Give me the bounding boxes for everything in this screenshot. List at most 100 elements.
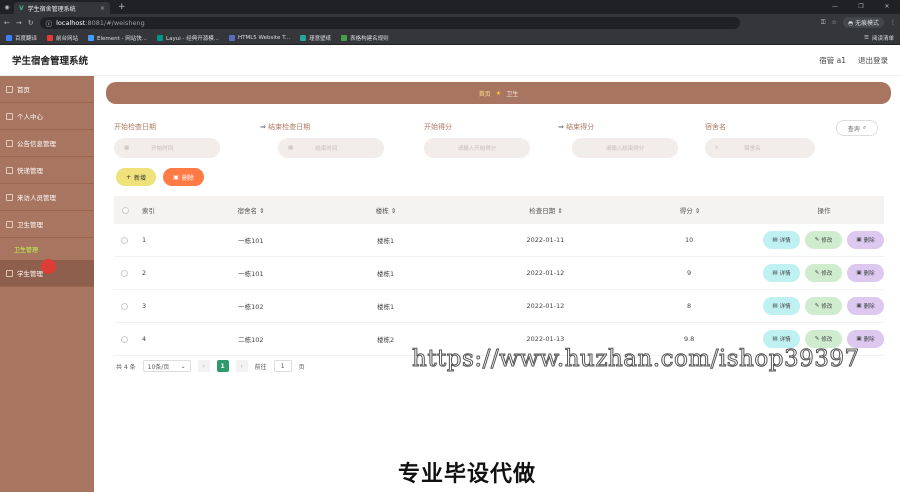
incognito-icon: ◓ bbox=[847, 20, 854, 27]
bookmark-item[interactable]: Layui - 经典开源模... bbox=[157, 34, 219, 42]
cell-score: 10 bbox=[684, 236, 694, 244]
browser-menu-icon[interactable]: ◉ bbox=[0, 4, 14, 11]
range-arrow-icon: ⇒ bbox=[558, 123, 564, 131]
bookmark-star-icon[interactable]: ☆ bbox=[831, 19, 836, 26]
bookmark-item[interactable]: 瑾意壁纸 bbox=[300, 34, 331, 42]
detail-button[interactable]: ▤ 详情 bbox=[763, 297, 800, 315]
row-checkbox[interactable] bbox=[121, 302, 129, 310]
bookmark-item[interactable]: Element - 网站快... bbox=[88, 34, 147, 42]
url-path: :8081/#/weisheng bbox=[85, 18, 145, 27]
new-tab-button[interactable]: + bbox=[118, 2, 126, 12]
edit-button[interactable]: ✎ 修改 bbox=[805, 231, 842, 249]
browser-tab[interactable]: V 学生宿舍管理系统 × bbox=[14, 2, 110, 14]
minimize-button[interactable]: — bbox=[822, 0, 848, 14]
cell-index: 3 bbox=[141, 302, 147, 310]
page-number-current[interactable]: 1 bbox=[216, 360, 229, 372]
page-size-select[interactable]: 10条/页 ⌄ bbox=[142, 360, 191, 372]
start-score-placeholder: 请输入开始得分 bbox=[457, 146, 497, 152]
sidebar-item-visitors[interactable]: 来访人员管理 bbox=[0, 184, 94, 211]
reload-icon[interactable]: ↻ bbox=[28, 19, 34, 27]
sidebar-item-home[interactable]: 首页 bbox=[0, 76, 94, 103]
bookmark-favicon-icon bbox=[341, 34, 348, 41]
url-field[interactable]: ⓘ localhost:8081/#/weisheng bbox=[39, 16, 740, 29]
remove-button[interactable]: ▣ 删除 bbox=[847, 231, 884, 249]
bookmark-item[interactable]: HTML5 Website T... bbox=[228, 34, 290, 41]
remove-button[interactable]: ▣ 删除 bbox=[847, 264, 884, 282]
more-menu-icon[interactable]: ⋮ bbox=[890, 19, 896, 26]
bookmark-label: 百度翻译 bbox=[15, 35, 38, 42]
row-checkbox[interactable] bbox=[121, 236, 129, 244]
cell-date: 2022-01-12 bbox=[526, 269, 565, 277]
add-button[interactable]: + 新增 bbox=[116, 168, 156, 186]
back-icon[interactable]: ← bbox=[4, 19, 10, 27]
dorm-name-label: 宿舍名 bbox=[705, 123, 726, 131]
prev-page-button[interactable]: ‹ bbox=[197, 360, 210, 372]
profile-button[interactable]: ◓ 无痕模式 bbox=[842, 17, 884, 28]
bookmark-item[interactable]: 表格构建名规则 bbox=[341, 34, 389, 42]
delete-button[interactable]: ▣ 删除 bbox=[163, 168, 204, 186]
cell-building: 楼栋1 bbox=[377, 270, 395, 278]
end-date-input[interactable]: ▦ 结束时间 bbox=[278, 138, 384, 158]
sidebar-item-hygiene[interactable]: 卫生管理 bbox=[0, 211, 94, 238]
sidebar-item-label: 首页 bbox=[17, 86, 30, 94]
column-date[interactable]: 检查日期 ⇕ bbox=[476, 205, 616, 215]
end-score-label-text: 结束得分 bbox=[566, 123, 595, 131]
next-page-button[interactable]: › bbox=[235, 360, 248, 372]
cell-dorm-name: 一栋101 bbox=[238, 270, 264, 278]
tab-close-icon[interactable]: × bbox=[100, 5, 105, 12]
app-header: 学生宿舍管理系统 宿管 a1 退出登录 bbox=[0, 45, 900, 76]
edit-button[interactable]: ✎ 修改 bbox=[805, 297, 842, 315]
cell-date: 2022-01-13 bbox=[526, 335, 565, 343]
sidebar-item-label: 学生管理 bbox=[17, 270, 43, 278]
edit-button-label: 修改 bbox=[821, 337, 833, 343]
breadcrumb-home[interactable]: 首页 bbox=[479, 89, 491, 98]
bookmark-item[interactable]: 百度翻译 bbox=[6, 34, 37, 42]
search-button[interactable]: 查询 ⌕ bbox=[836, 120, 878, 136]
notice-icon bbox=[6, 139, 13, 147]
row-checkbox[interactable] bbox=[121, 335, 129, 343]
dorm-name-placeholder: 宿舍名 bbox=[744, 146, 761, 152]
detail-button[interactable]: ▤ 详情 bbox=[763, 264, 800, 282]
calendar-icon: ▦ bbox=[288, 145, 294, 151]
search-button-label: 查询 bbox=[847, 125, 860, 133]
detail-button[interactable]: ▤ 详情 bbox=[763, 231, 800, 249]
edit-button[interactable]: ✎ 修改 bbox=[805, 264, 842, 282]
start-score-input[interactable]: 请输入开始得分 bbox=[424, 138, 530, 158]
column-building[interactable]: 楼栋 ⇕ bbox=[296, 205, 476, 215]
calendar-icon: ▦ bbox=[124, 145, 130, 151]
dorm-name-input[interactable]: ⌕ 宿舍名 bbox=[705, 138, 815, 158]
column-score[interactable]: 得分 ⇕ bbox=[616, 205, 764, 215]
detail-button-label: 详情 bbox=[779, 337, 791, 343]
start-date-input[interactable]: ▦ 开始时间 bbox=[114, 138, 220, 158]
cell-index: 1 bbox=[141, 236, 147, 244]
bookmark-item[interactable]: 前台网站 bbox=[47, 34, 78, 42]
pencil-icon: ✎ bbox=[814, 336, 820, 342]
goto-page-input[interactable]: 1 bbox=[273, 360, 292, 372]
remove-button[interactable]: ▣ 删除 bbox=[847, 297, 884, 315]
search-icon: ⌕ bbox=[715, 144, 719, 151]
sidebar-item-profile[interactable]: 个人中心 bbox=[0, 103, 94, 130]
forward-icon[interactable]: → bbox=[16, 19, 22, 27]
end-date-label: ⇒ 结束检查日期 bbox=[260, 122, 384, 132]
filter-bar: 开始检查日期 ▦ 开始时间 ⇒ 结束检查日期 ▦ 结束时间 开始得分 请输入开始得分… bbox=[114, 122, 884, 162]
close-window-button[interactable]: ✕ bbox=[874, 0, 900, 14]
sidebar-item-express[interactable]: 快递管理 bbox=[0, 157, 94, 184]
reading-list-button[interactable]: ☰ 阅读清单 bbox=[864, 34, 894, 42]
address-bar-row: ← → ↻ ⓘ localhost:8081/#/weisheng ⚿ ☆ ◓ … bbox=[0, 14, 900, 31]
document-icon: ▤ bbox=[772, 303, 778, 309]
key-icon[interactable]: ⚿ bbox=[821, 19, 826, 27]
select-all-checkbox[interactable] bbox=[121, 206, 129, 214]
bookmark-favicon-icon bbox=[300, 34, 307, 41]
end-score-input[interactable]: 请输入结束得分 bbox=[572, 138, 678, 158]
range-arrow-icon: ⇒ bbox=[260, 123, 266, 131]
page-size-value: 10条/页 bbox=[147, 363, 170, 371]
logout-link[interactable]: 退出登录 bbox=[858, 55, 888, 66]
edit-button-label: 修改 bbox=[821, 271, 833, 277]
maximize-button[interactable]: ❐ bbox=[848, 0, 874, 14]
total-count: 共 4 条 bbox=[116, 363, 136, 371]
row-checkbox[interactable] bbox=[121, 269, 129, 277]
sidebar-item-notices[interactable]: 公告信息管理 bbox=[0, 130, 94, 157]
sidebar-subitem-hygiene[interactable]: 卫生管理 bbox=[0, 238, 94, 260]
remove-button-label: 删除 bbox=[863, 271, 875, 277]
column-dorm-name[interactable]: 宿舍名 ⇕ bbox=[206, 205, 296, 215]
